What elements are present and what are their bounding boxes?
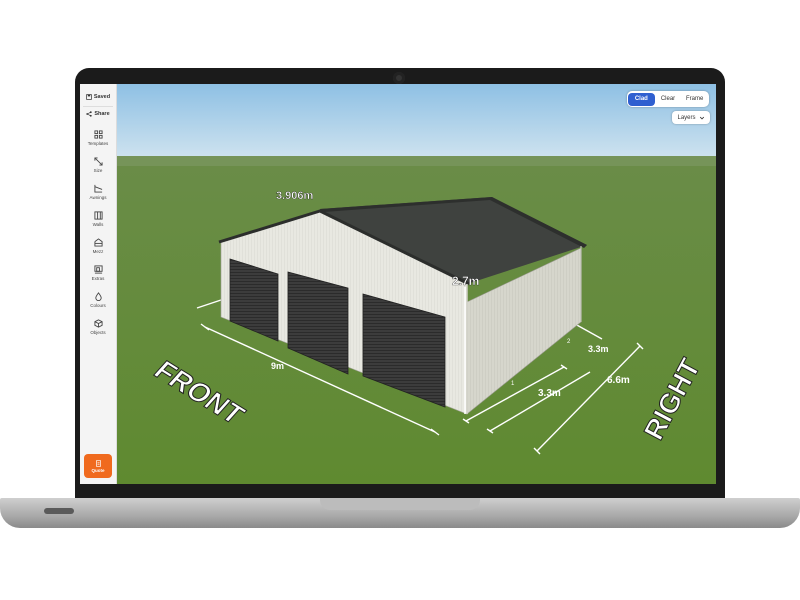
sidebar-item-walls[interactable]: Walls xyxy=(80,205,116,232)
saved-label: Saved xyxy=(93,94,111,100)
sky xyxy=(80,84,716,159)
sidebar-item-awnings[interactable]: Awnings xyxy=(80,178,116,205)
sidebar-item-templates[interactable]: Templates xyxy=(80,124,116,151)
sidebar-item-label: Objects xyxy=(90,329,106,335)
save-icon xyxy=(86,94,92,100)
view-option-clad[interactable]: Clad xyxy=(628,92,655,106)
view-option-frame[interactable]: Frame xyxy=(681,93,708,106)
side-length-label: 6.6m xyxy=(607,375,630,386)
bay-1-length-label: 3.3m xyxy=(538,388,561,399)
share-icon xyxy=(86,111,93,117)
tool-sidebar: Saved Share Templates Size Awnings Walls… xyxy=(80,84,117,484)
front-width-label: 9m xyxy=(271,361,284,371)
view-option-clear[interactable]: Clear xyxy=(655,93,682,106)
wall-height-label: 2.7m xyxy=(452,274,479,288)
document-icon xyxy=(95,459,101,467)
view-mode-toggle: Clad Clear Frame xyxy=(627,91,709,107)
laptop-lid-notch xyxy=(320,498,480,510)
share-label: Share xyxy=(94,111,110,117)
quote-button[interactable]: Quote xyxy=(84,454,112,478)
extras-icon xyxy=(93,264,103,274)
chevron-down-icon xyxy=(699,116,704,119)
grid-icon xyxy=(93,129,103,139)
mezzanine-icon xyxy=(93,237,103,247)
layers-dropdown[interactable]: Layers xyxy=(672,111,710,124)
walls-icon xyxy=(93,210,103,220)
sidebar-item-label: Templates xyxy=(87,140,109,146)
sidebar-item-extras[interactable]: Extras xyxy=(80,259,116,286)
bay-2-length-label: 3.3m xyxy=(588,344,609,354)
webcam xyxy=(393,72,405,84)
sidebar-item-label: Size xyxy=(93,167,103,173)
droplet-icon xyxy=(94,291,102,301)
laptop-port xyxy=(44,508,74,514)
3d-viewport[interactable]: 3.906m 2.7m 9m 3.3m 3.3m 6.6m 1 2 FRONT … xyxy=(80,84,716,484)
sidebar-item-colours[interactable]: Colours xyxy=(80,286,116,313)
sidebar-item-size[interactable]: Size xyxy=(80,151,116,178)
sidebar-item-objects[interactable]: Objects xyxy=(80,313,116,340)
horizon-haze xyxy=(80,156,716,166)
awning-icon xyxy=(93,184,102,193)
cube-icon xyxy=(93,318,103,328)
sidebar-item-label: Walls xyxy=(92,221,104,227)
share-button[interactable]: Share xyxy=(80,105,116,123)
sidebar-item-mezz[interactable]: Mezz xyxy=(80,232,116,259)
quote-label: Quote xyxy=(91,467,105,473)
sidebar-item-label: Awnings xyxy=(89,194,107,200)
resize-arrows-icon xyxy=(93,156,103,166)
app-screen: 3.906m 2.7m 9m 3.3m 3.3m 6.6m 1 2 FRONT … xyxy=(80,84,716,484)
sidebar-item-label: Colours xyxy=(90,302,106,308)
layers-label: Layers xyxy=(677,114,696,121)
saved-button[interactable]: Saved xyxy=(80,88,116,106)
sidebar-item-label: Mezz xyxy=(92,248,104,254)
apex-height-label: 3.906m xyxy=(276,190,314,202)
sidebar-item-label: Extras xyxy=(91,275,105,281)
